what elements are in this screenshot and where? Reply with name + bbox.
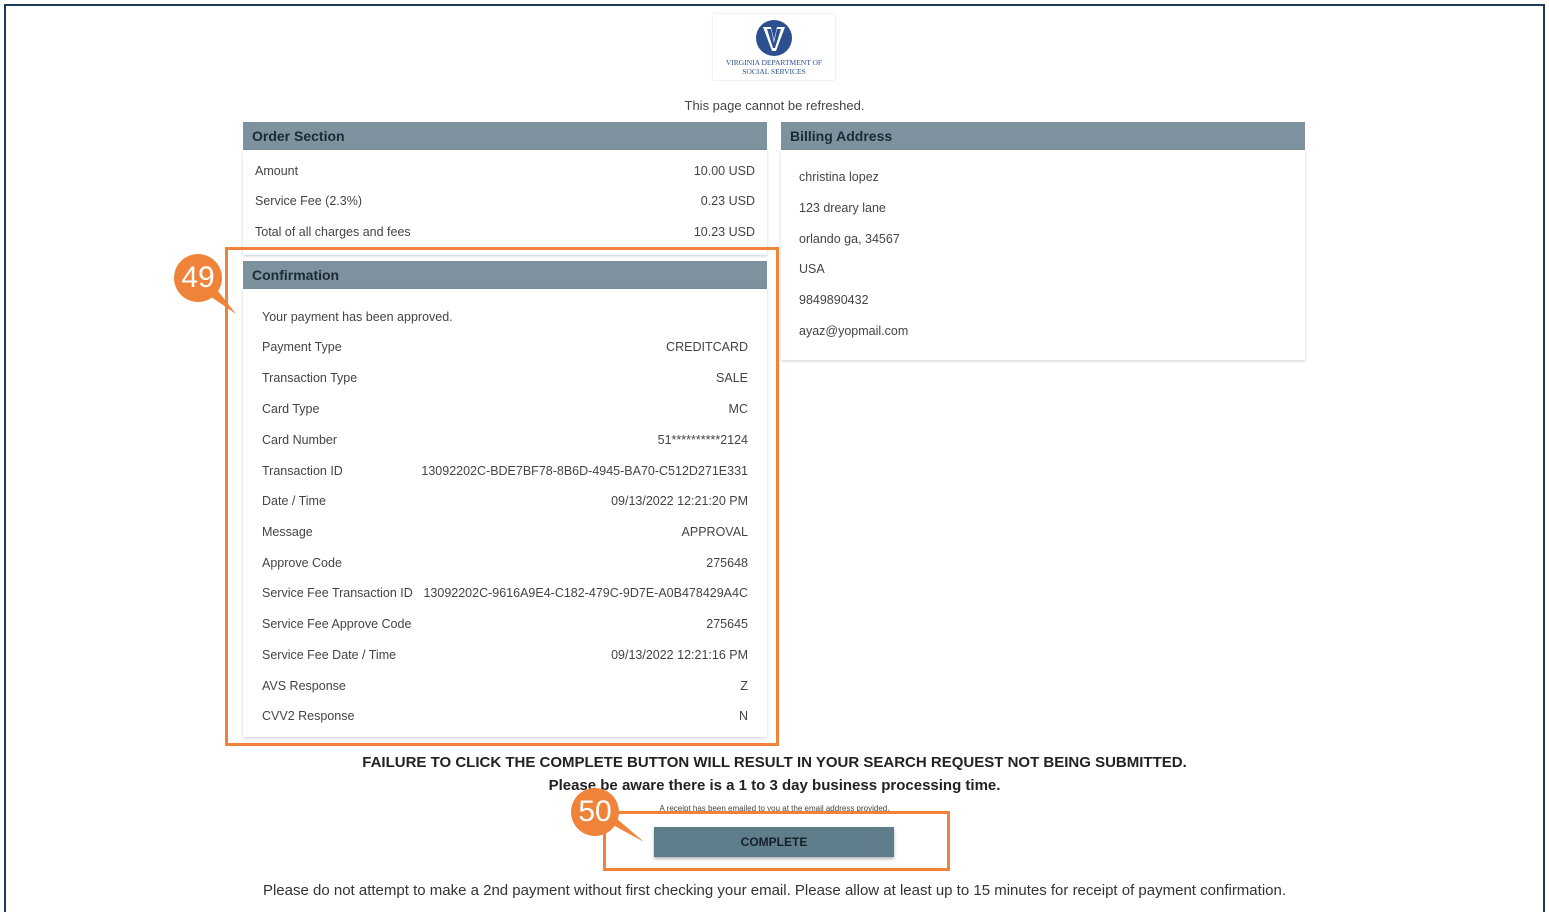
billing-address-section: christina lopez 123 dreary lane orlando …: [781, 150, 1305, 360]
order-section-header: Order Section: [243, 122, 767, 150]
order-row-label: Service Fee (2.3%): [255, 194, 362, 208]
order-row-value: 0.23 USD: [700, 194, 755, 208]
processing-time-notice: Please be aware there is a 1 to 3 day bu…: [548, 777, 1001, 794]
order-row: Service Fee (2.3%) 0.23 USD: [255, 191, 755, 211]
logo-line2: SOCIAL SERVICES: [742, 67, 806, 76]
highlight-box-50: [603, 811, 950, 871]
billing-phone: 9849890432: [799, 293, 869, 307]
footer-notice: Please do not attempt to make a 2nd paym…: [262, 882, 1287, 899]
billing-street: 123 dreary lane: [799, 201, 886, 215]
order-row-value: 10.00 USD: [693, 164, 755, 178]
billing-country: USA: [799, 262, 825, 276]
order-row: Amount 10.00 USD: [255, 161, 755, 181]
logo-line1: VIRGINIA DEPARTMENT OF: [725, 58, 823, 67]
order-row-label: Amount: [255, 164, 299, 178]
order-section: Amount 10.00 USD Service Fee (2.3%) 0.23…: [243, 150, 767, 255]
order-row-value: 10.23 USD: [693, 225, 755, 239]
order-row-label: Total of all charges and fees: [255, 225, 411, 239]
billing-city: orlando ga, 34567: [799, 232, 900, 246]
highlight-box-49: [225, 247, 779, 746]
billing-name: christina lopez: [799, 170, 879, 184]
failure-warning: FAILURE TO CLICK THE COMPLETE BUTTON WIL…: [362, 754, 1187, 771]
billing-email: ayaz@yopmail.com: [799, 324, 909, 338]
vdss-logo: VIRGINIA DEPARTMENT OF SOCIAL SERVICES: [713, 14, 835, 80]
step-badge-50: 50: [571, 788, 619, 836]
order-row: Total of all charges and fees 10.23 USD: [255, 222, 755, 242]
step-badge-49: 49: [174, 254, 222, 302]
refresh-notice: This page cannot be refreshed.: [684, 98, 865, 113]
vdss-v-logo-icon: [756, 20, 792, 56]
billing-address-header: Billing Address: [781, 122, 1305, 150]
